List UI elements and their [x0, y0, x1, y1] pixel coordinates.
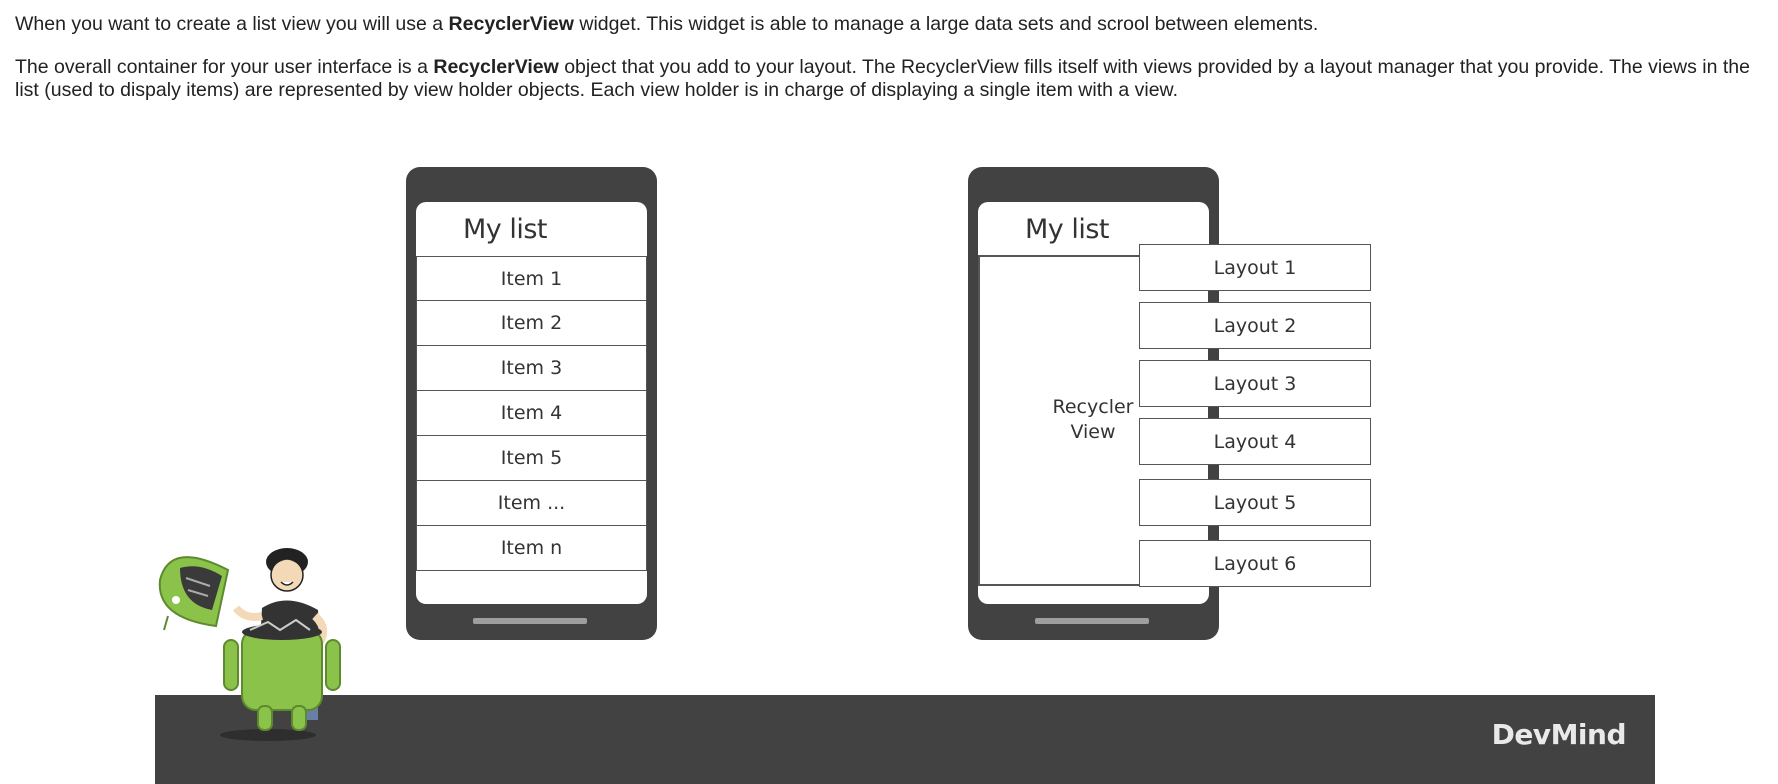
layout-box: Layout 2	[1139, 302, 1371, 349]
list-item: Item ...	[416, 480, 647, 526]
intro-paragraph: When you want to create a list view you …	[15, 13, 1765, 36]
right-title-divider	[978, 255, 1141, 257]
list-item: Item 1	[416, 256, 647, 302]
recyclerview-label-line2: View	[1070, 421, 1116, 443]
intro-text-start: When you want to create a list view you …	[15, 13, 449, 35]
left-phone: My list Item 1 Item 2 Item 3 Item 4 Item…	[406, 167, 657, 640]
android-head-lid	[158, 556, 230, 631]
recyclerview-label: Recycler View	[1033, 395, 1153, 445]
container-text-start: The overall container for your user inte…	[15, 56, 434, 78]
layout-box: Layout 6	[1139, 540, 1371, 587]
layout-box: Layout 4	[1139, 418, 1371, 465]
left-phone-screen: My list Item 1 Item 2 Item 3 Item 4 Item…	[416, 202, 647, 604]
layout-box: Layout 3	[1139, 360, 1371, 407]
right-list-title: My list	[1025, 214, 1110, 245]
recyclerview-left-border	[978, 255, 980, 585]
list-item: Item n	[416, 525, 647, 571]
container-paragraph: The overall container for your user inte…	[15, 56, 1767, 102]
recyclerview-label-line1: Recycler	[1052, 396, 1134, 418]
intro-bold-recyclerview: RecyclerView	[448, 13, 574, 35]
layout-box: Layout 5	[1139, 479, 1371, 526]
recyclerview-figure: DevMind My list Item 1 Item 2 Item 3 Ite…	[0, 0, 1778, 784]
right-home-bar	[1035, 618, 1149, 624]
container-bold-recyclerview: RecyclerView	[433, 56, 559, 78]
devmind-logo: DevMind	[1491, 718, 1627, 751]
android-mascot-icon	[158, 548, 341, 741]
left-home-bar	[473, 618, 587, 624]
list-item: Item 4	[416, 390, 647, 436]
list-item: Item 5	[416, 435, 647, 481]
list-item: Item 2	[416, 300, 647, 346]
left-list-title: My list	[463, 214, 548, 245]
list-item: Item 3	[416, 345, 647, 391]
intro-text-end: widget. This widget is able to manage a …	[573, 13, 1319, 35]
ground-banner	[155, 695, 1655, 784]
layout-box: Layout 1	[1139, 244, 1371, 291]
